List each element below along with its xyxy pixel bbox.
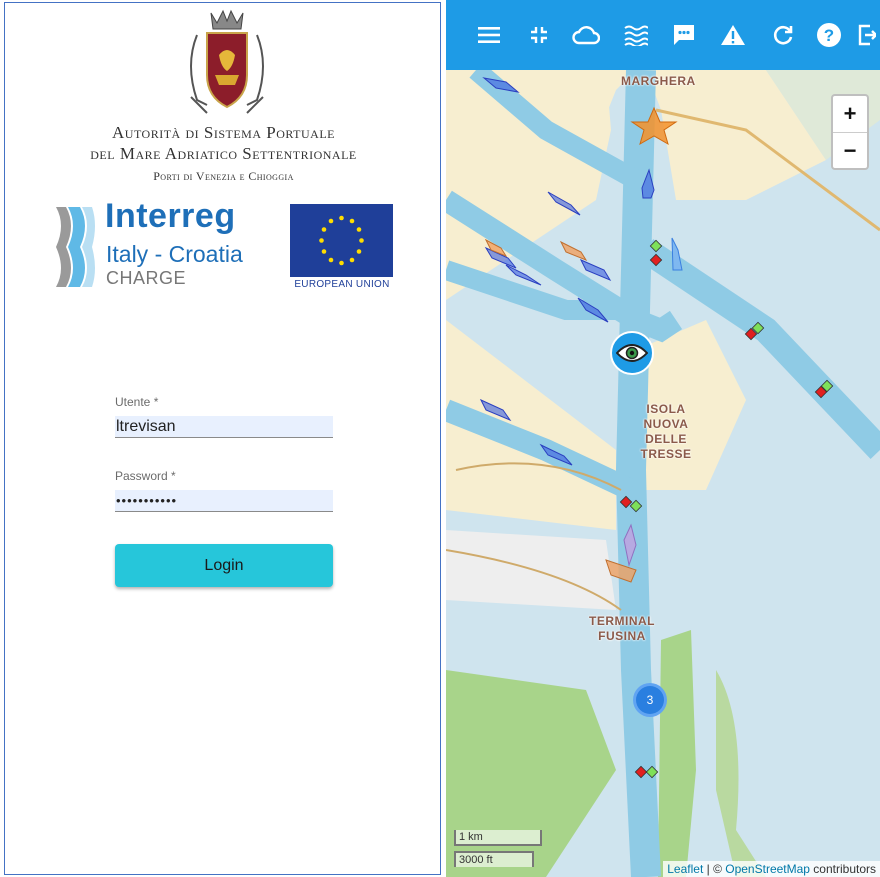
place-label-fusina: TERMINAL FUSINA: [584, 614, 660, 644]
map-attribution: Leaflet | © OpenStreetMap contributors: [663, 861, 880, 877]
vessel-cluster-marker[interactable]: 3: [633, 683, 667, 717]
warning-icon[interactable]: [718, 20, 748, 50]
eu-flag-logo: [290, 204, 393, 277]
leaflet-link[interactable]: Leaflet: [667, 862, 703, 876]
map-canvas[interactable]: [446, 70, 880, 877]
place-label-marghera: MARGHERA: [621, 74, 696, 88]
org-name-line2: del Mare Adriatico Settentrionale: [90, 144, 357, 163]
message-icon[interactable]: [669, 20, 699, 50]
zoom-in-button[interactable]: +: [833, 96, 867, 132]
place-label-fusina-line2: FUSINA: [598, 629, 646, 643]
osm-link[interactable]: OpenStreetMap: [725, 862, 810, 876]
refresh-icon[interactable]: [768, 20, 798, 50]
place-label-isola: ISOLA NUOVA DELLE TRESSE: [626, 402, 706, 462]
username-input[interactable]: [115, 416, 333, 438]
zoom-control: + −: [831, 94, 869, 170]
map-toolbar: ?: [446, 0, 880, 70]
login-panel: Autorità di Sistema Portuale del Mare Ad…: [4, 2, 441, 875]
place-label-fusina-line1: TERMINAL: [589, 614, 655, 628]
menu-icon[interactable]: [474, 20, 504, 50]
waves-icon[interactable]: [621, 20, 651, 50]
password-input[interactable]: [115, 490, 333, 512]
eu-label: EUROPEAN UNION: [294, 279, 390, 290]
username-label: Utente *: [115, 395, 159, 409]
interreg-title: Interreg: [105, 197, 236, 235]
attribution-contributors: contributors: [809, 862, 876, 876]
org-name-line1: Autorità di Sistema Portuale: [112, 123, 335, 142]
interreg-subtitle: Italy - Croatia: [106, 241, 243, 267]
eye-marker-icon[interactable]: [610, 331, 654, 375]
place-label-isola-line1: ISOLA NUOVA: [643, 402, 689, 431]
org-name-line3: Porti di Venezia e Chioggia: [153, 169, 294, 183]
interreg-waves-logo: [56, 207, 95, 287]
scale-imperial: 3000 ft: [454, 851, 534, 867]
crest-logo: [190, 9, 264, 114]
interreg-project-name: CHARGE: [106, 268, 187, 288]
logout-icon[interactable]: [856, 20, 880, 50]
cloud-icon[interactable]: [571, 20, 601, 50]
map-panel[interactable]: ? MARGHERA ISOLA NUOVA DELLE TRESSE TERM…: [446, 0, 880, 877]
svg-text:?: ?: [824, 26, 834, 45]
scale-metric: 1 km: [454, 830, 542, 846]
login-button[interactable]: Login: [115, 544, 333, 587]
help-icon[interactable]: ?: [814, 20, 844, 50]
zoom-out-button[interactable]: −: [833, 132, 867, 168]
password-label: Password *: [115, 469, 176, 483]
attribution-separator: | ©: [703, 862, 726, 876]
place-label-isola-line2: DELLE TRESSE: [640, 432, 692, 461]
compress-icon[interactable]: [524, 20, 554, 50]
